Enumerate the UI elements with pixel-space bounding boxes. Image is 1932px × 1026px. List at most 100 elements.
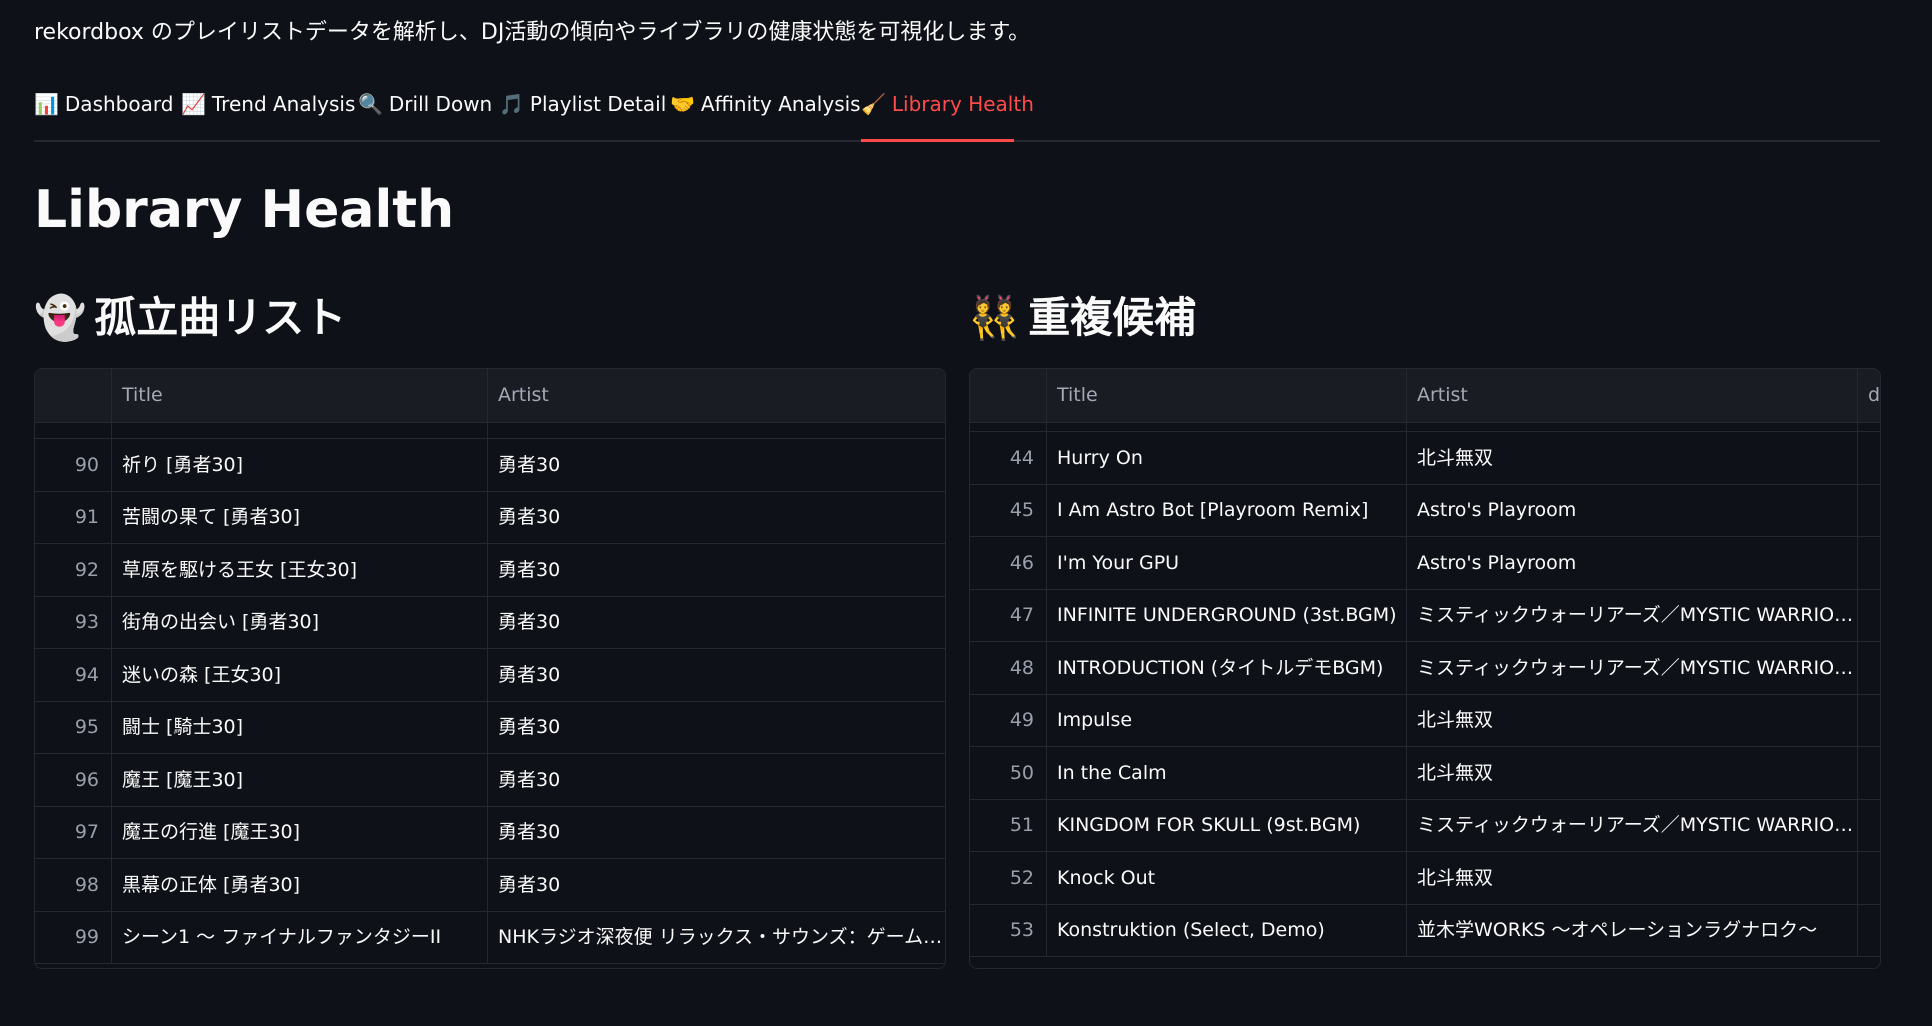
table-row[interactable]: 47 INFINITE UNDERGROUND (3st.BGM) ミスティックウォ… [970,589,1880,642]
artist-cell[interactable]: NHKラジオ深夜便 リラックス・サウンズ：ゲーム音楽 [487,911,945,963]
extra-cell[interactable] [1857,799,1880,851]
orphans-col-header[interactable]: Artist [487,369,945,422]
title-cell[interactable] [1046,423,1406,431]
trend-icon: 📈 [181,92,206,116]
artist-cell[interactable]: 北斗無双 [1406,431,1857,484]
title-cell[interactable]: 魔王の行進 [魔王30] [111,806,487,858]
artist-cell[interactable]: Astro's Playroom [1406,536,1857,589]
orphans-col-header[interactable]: Title [111,369,487,422]
artist-cell[interactable]: 北斗無双 [1406,851,1857,904]
extra-cell[interactable] [1857,851,1880,904]
tab-label: Playlist Detail [529,92,667,116]
table-row[interactable]: 89闘士 [勇者30]勇者30 [35,423,945,439]
orphans-table[interactable]: TitleArtist89闘士 [勇者30]勇者3090祈り [勇者30]勇者3… [34,368,946,969]
artist-cell[interactable]: 並木学WORKS 〜オペレーションラグナロク〜 [1406,904,1857,956]
title-cell[interactable]: 迷いの森 [王女30] [111,648,487,701]
artist-cell[interactable]: 北斗無双 [1406,746,1857,799]
tab-drill-down[interactable]: 🔍 Drill Down [358,92,492,116]
table-row[interactable]: 48 INTRODUCTION (タイトルデモBGM) ミスティックウォーリアーズ／… [970,641,1880,695]
title-cell[interactable]: Konstruktion (Select, Demo) [1046,904,1406,956]
extra-cell[interactable] [1857,694,1880,746]
extra-cell[interactable] [1857,746,1880,799]
row-index: 52 [1009,866,1034,889]
duplicates-col-header[interactable]: d [1857,369,1880,422]
table-row[interactable]: 46 I'm Your GPU Astro's Playroom [970,536,1880,590]
artist-cell[interactable]: 勇者30 [487,491,945,543]
title-cell[interactable]: I Am Astro Bot [Playroom Remix] [1046,484,1406,536]
table-row[interactable]: 51 KINGDOM FOR SKULL (9st.BGM) ミスティックウォーリア… [970,799,1880,852]
title-cell[interactable]: INFINITE UNDERGROUND (3st.BGM) [1046,589,1406,641]
artist-cell[interactable]: 勇者30 [487,423,945,438]
row-index: 92 [74,558,99,581]
artist-cell[interactable]: 勇者30 [487,806,945,858]
artist-cell[interactable] [1406,423,1857,431]
table-row[interactable]: 50 In the Calm 北斗無双 [970,746,1880,800]
tab-affinity-analysis[interactable]: 🤝 Affinity Analysis [670,92,861,116]
extra-cell[interactable] [1857,431,1880,484]
table-row[interactable]: 53 Konstruktion (Select, Demo) 並木学WORKS 〜オ… [970,904,1880,957]
title-cell[interactable]: 闘士 [騎士30] [111,701,487,753]
extra-cell[interactable] [1857,484,1880,536]
title-cell[interactable]: 魔王 [魔王30] [111,753,487,806]
row-index: 45 [1009,499,1034,521]
artist-cell[interactable]: 勇者30 [487,596,945,648]
row-index: 47 [1009,604,1034,626]
title-cell[interactable]: I'm Your GPU [1046,536,1406,589]
artist-cell[interactable]: 勇者30 [487,648,945,701]
orphans-table-body[interactable]: 89闘士 [勇者30]勇者3090祈り [勇者30]勇者3091苦闘の果て [勇… [35,423,945,968]
extra-cell[interactable] [1857,641,1880,694]
title-cell[interactable]: 闘士 [勇者30] [111,423,487,438]
title-cell[interactable]: INTRODUCTION (タイトルデモBGM) [1046,641,1406,694]
artist-cell[interactable]: ミスティックウォーリアーズ／MYSTIC WARRIORS [1406,641,1857,694]
title-cell[interactable]: Impulse [1046,694,1406,746]
table-row[interactable]: 91 苦闘の果て [勇者30] 勇者30 [35,491,945,544]
table-row[interactable]: 96 魔王 [魔王30] 勇者30 [35,753,945,807]
table-row[interactable]: 52 Knock Out 北斗無双 [970,851,1880,905]
table-row[interactable]: 98 黒幕の正体 [勇者30] 勇者30 [35,858,945,912]
table-row[interactable]: 90 祈り [勇者30] 勇者30 [35,438,945,492]
title-cell[interactable]: 街角の出会い [勇者30] [111,596,487,648]
table-row[interactable]: 45 I Am Astro Bot [Playroom Remix] Astro's… [970,484,1880,537]
table-row[interactable]: 94 迷いの森 [王女30] 勇者30 [35,648,945,702]
title-cell[interactable]: 草原を駆ける王女 [王女30] [111,543,487,596]
tab-playlist-detail[interactable]: 🎵 Playlist Detail [499,92,666,116]
table-row[interactable]: 49 Impulse 北斗無双 [970,694,1880,747]
table-row[interactable]: 95 闘士 [騎士30] 勇者30 [35,701,945,754]
title-cell[interactable]: In the Calm [1046,746,1406,799]
table-row[interactable]: 44 Hurry On 北斗無双 [970,431,1880,485]
extra-cell[interactable] [1857,589,1880,641]
music-note-icon: 🎵 [499,92,524,116]
extra-cell[interactable] [1857,536,1880,589]
duplicates-col-header[interactable]: Title [1046,369,1406,422]
extra-cell[interactable] [1857,904,1880,956]
title-cell[interactable]: 黒幕の正体 [勇者30] [111,858,487,911]
artist-cell[interactable]: ミスティックウォーリアーズ／MYSTIC WARRIORS [1406,799,1857,851]
artist-cell[interactable]: 勇者30 [487,753,945,806]
title-cell[interactable]: Knock Out [1046,851,1406,904]
table-row[interactable]: 93 街角の出会い [勇者30] 勇者30 [35,596,945,649]
tab-trend-analysis[interactable]: 📈 Trend Analysis [181,92,355,116]
ghost-icon: 👻 [34,293,87,342]
tab-library-health[interactable]: 🧹 Library Health [861,92,1034,116]
table-row[interactable]: 92 草原を駆ける王女 [王女30] 勇者30 [35,543,945,597]
duplicates-table-body[interactable]: 4344Hurry On北斗無双45I Am Astro Bot [Playro… [970,423,1880,968]
title-cell[interactable]: シーン1 〜 ファイナルファンタジーII [111,911,487,963]
artist-cell[interactable]: 勇者30 [487,543,945,596]
extra-cell[interactable] [1857,423,1880,431]
artist-cell[interactable]: ミスティックウォーリアーズ／MYSTIC WARRIORS [1406,589,1857,641]
chart-icon: 📊 [34,92,59,116]
artist-cell[interactable]: 北斗無双 [1406,694,1857,746]
artist-cell[interactable]: 勇者30 [487,701,945,753]
title-cell[interactable]: 祈り [勇者30] [111,438,487,491]
title-cell[interactable]: KINGDOM FOR SKULL (9st.BGM) [1046,799,1406,851]
duplicates-table[interactable]: TitleArtistd4344Hurry On北斗無双45I Am Astro… [969,368,1881,969]
tab-dashboard[interactable]: 📊 Dashboard [34,92,173,116]
table-row[interactable]: 99 シーン1 〜 ファイナルファンタジーII NHKラジオ深夜便 リラックス・サウ… [35,911,945,964]
title-cell[interactable]: Hurry On [1046,431,1406,484]
artist-cell[interactable]: Astro's Playroom [1406,484,1857,536]
title-cell[interactable]: 苦闘の果て [勇者30] [111,491,487,543]
artist-cell[interactable]: 勇者30 [487,438,945,491]
artist-cell[interactable]: 勇者30 [487,858,945,911]
duplicates-col-header[interactable]: Artist [1406,369,1857,422]
table-row[interactable]: 97 魔王の行進 [魔王30] 勇者30 [35,806,945,859]
